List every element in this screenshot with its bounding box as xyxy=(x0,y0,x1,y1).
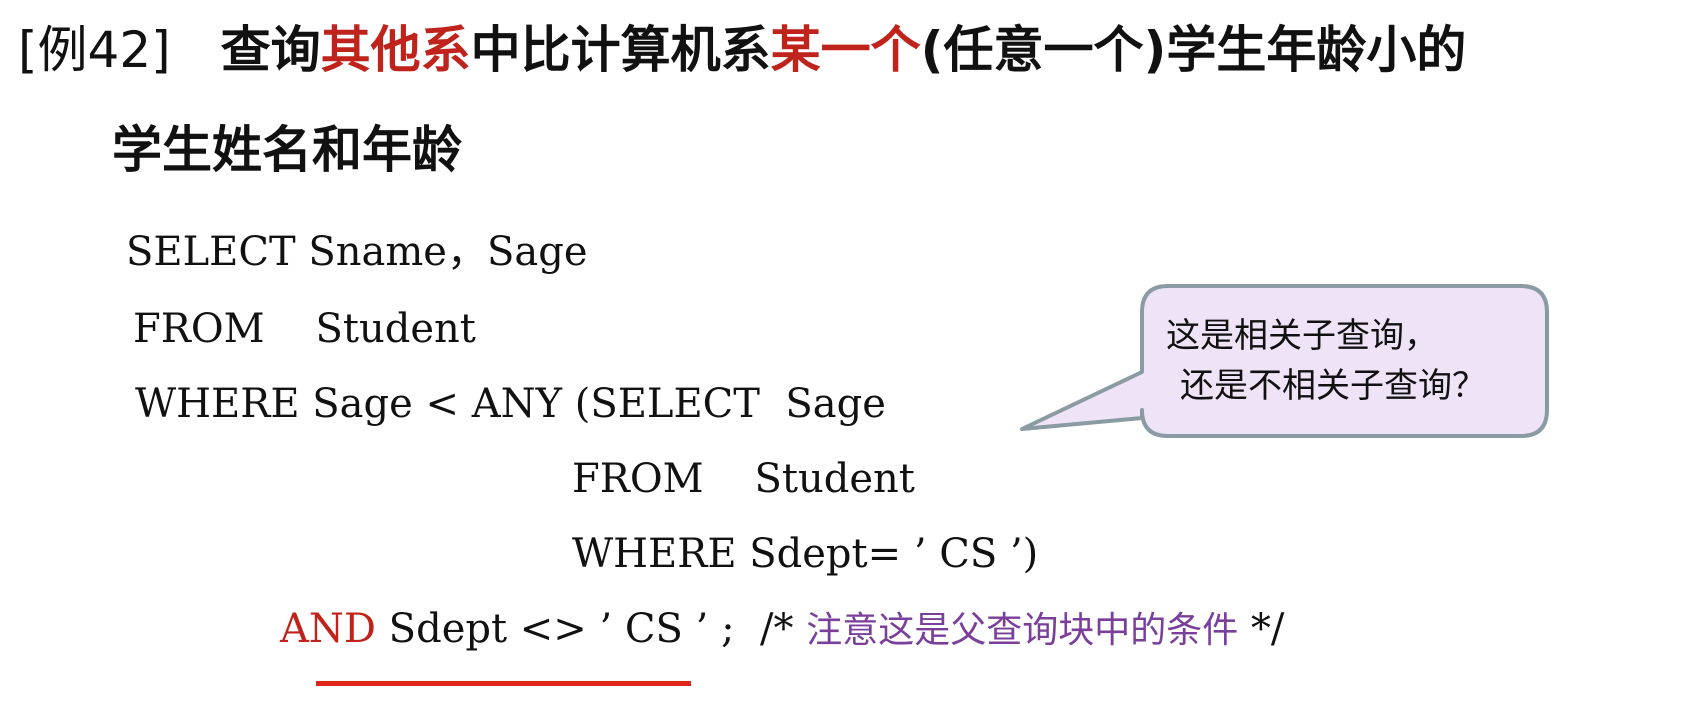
red-underline xyxy=(316,681,691,686)
comment-end: */ xyxy=(1238,606,1285,652)
slide: [例42] 查询其他系中比计算机系某一个(任意一个)学生年龄小的 学生姓名和年龄 … xyxy=(0,0,1689,714)
title-text-query: 查询 xyxy=(220,21,321,79)
code-select-line: SELECT Sname，Sage xyxy=(126,229,588,275)
title-highlight-any-one: 某一个 xyxy=(770,21,921,79)
title-highlight-other-dept: 其他系 xyxy=(320,21,471,79)
example-tag: [例42] xyxy=(18,21,171,79)
and-keyword: AND xyxy=(280,606,376,652)
code-comment: 注意这是父查询块中的条件 xyxy=(806,610,1239,651)
callout-line-1: 这是相关子查询， xyxy=(1166,316,1438,356)
and-condition: Sdept <> ’ CS ’ ; /* xyxy=(375,606,807,652)
code-from-line: FROM Student xyxy=(133,306,476,352)
code-and-line: AND Sdept <> ’ CS ’ ; /* 注意这是父查询块中的条件 */ xyxy=(280,605,1284,655)
code-subquery-where-line: WHERE Sdept= ’ CS ’) xyxy=(572,531,1039,577)
code-subquery-from-line: FROM Student xyxy=(572,456,915,502)
title-line-1: [例42] 查询其他系中比计算机系某一个(任意一个)学生年龄小的 xyxy=(18,20,1466,80)
callout-line-2: 还是不相关子查询？ xyxy=(1180,366,1486,406)
code-where-line: WHERE Sage < ANY (SELECT Sage xyxy=(135,381,886,427)
title-line-2: 学生姓名和年龄 xyxy=(112,121,462,179)
title-text-younger: (任意一个)学生年龄小的 xyxy=(920,21,1467,79)
title-text-compare: 中比计算机系 xyxy=(470,21,771,79)
